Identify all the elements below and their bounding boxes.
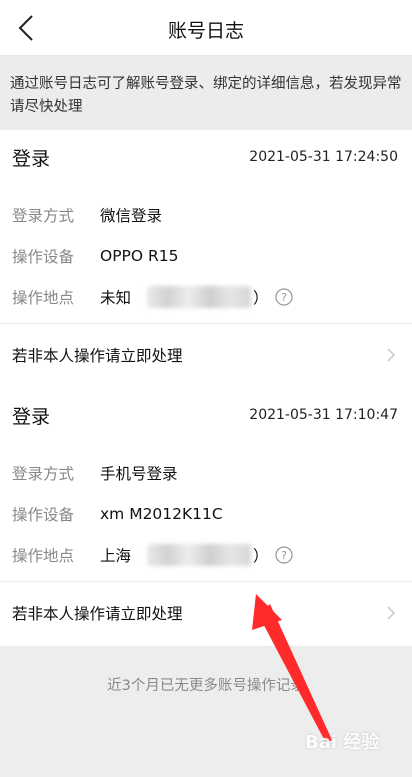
report-action-label: 若非本人操作请立即处理 — [12, 347, 183, 365]
location-row: 操作地点 未知 ） ? — [12, 286, 293, 308]
help-circle-icon[interactable]: ? — [274, 288, 293, 306]
device-value: xm M2012K11C — [100, 505, 223, 523]
location-value: 未知 — [100, 289, 132, 307]
location-suffix: ） — [253, 289, 269, 307]
record-title: 登录 — [12, 148, 51, 170]
login-method-row: 登录方式 微信登录 — [12, 204, 162, 226]
location-row: 操作地点 上海 ） ? — [12, 544, 293, 566]
login-method-label: 登录方式 — [12, 207, 75, 225]
svg-text:?: ? — [281, 549, 287, 562]
help-circle-icon[interactable]: ? — [274, 546, 293, 564]
watermark-logo: Bai 经验 — [305, 732, 380, 753]
page-title: 账号日志 — [167, 20, 244, 42]
record-time: 2021-05-31 17:24:50 — [249, 149, 398, 165]
location-suffix: ） — [253, 547, 269, 565]
device-label: 操作设备 — [12, 506, 75, 524]
report-action-row[interactable]: 若非本人操作请立即处理 — [0, 324, 412, 388]
login-method-value: 微信登录 — [100, 207, 163, 225]
redacted-ip — [147, 544, 252, 566]
record-time: 2021-05-31 17:10:47 — [249, 407, 398, 423]
svg-text:?: ? — [281, 291, 287, 304]
record-title: 登录 — [12, 406, 51, 428]
login-method-row: 登录方式 手机号登录 — [12, 462, 178, 484]
info-banner: 通过账号日志可了解账号登录、绑定的详细信息，若发现异常请尽快处理 — [0, 58, 412, 130]
log-record-card: 登录 2021-05-31 17:10:47 登录方式 手机号登录 操作设备 x… — [0, 388, 412, 646]
device-value: OPPO R15 — [100, 247, 179, 265]
location-value: 上海 — [100, 547, 132, 565]
chevron-right-icon — [386, 605, 396, 621]
redacted-ip — [147, 286, 252, 308]
login-method-value: 手机号登录 — [100, 465, 178, 483]
chevron-right-icon — [386, 347, 396, 363]
nav-bar: 账号日志 — [0, 0, 412, 56]
device-row: 操作设备 xm M2012K11C — [12, 503, 223, 525]
report-action-label: 若非本人操作请立即处理 — [12, 605, 183, 623]
device-row: 操作设备 OPPO R15 — [12, 245, 179, 267]
location-label: 操作地点 — [12, 547, 75, 565]
annotation-arrow — [252, 594, 332, 743]
location-label: 操作地点 — [12, 289, 75, 307]
device-label: 操作设备 — [12, 248, 75, 266]
login-method-label: 登录方式 — [12, 465, 75, 483]
no-more-records-note: 近3个月已无更多账号操作记录 — [107, 678, 305, 694]
report-action-row[interactable]: 若非本人操作请立即处理 — [0, 582, 412, 646]
log-record-card: 登录 2021-05-31 17:24:50 登录方式 微信登录 操作设备 OP… — [0, 130, 412, 388]
